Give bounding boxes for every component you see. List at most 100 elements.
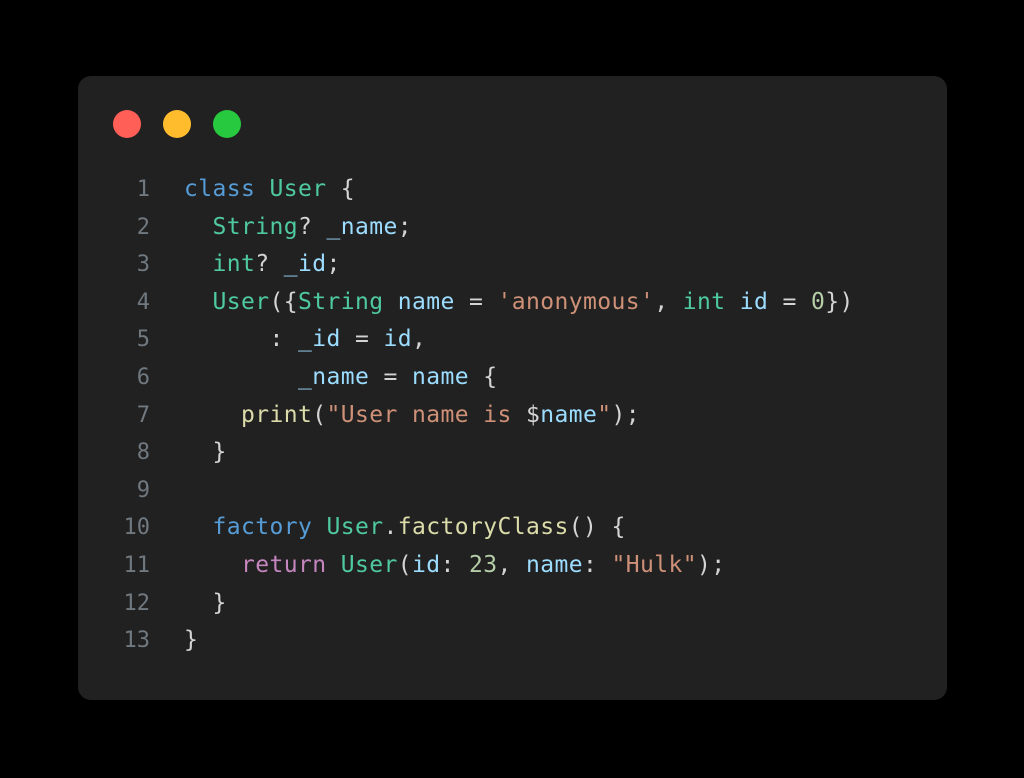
code-token-var: _name — [326, 213, 398, 240]
code-line-content: class User { — [150, 171, 947, 209]
code-token-punct — [184, 364, 298, 390]
code-line[interactable]: 11 return User(id: 23, name: "Hulk"); — [78, 547, 947, 585]
code-token-punct: = — [768, 288, 811, 315]
code-token-punct: () { — [568, 514, 626, 541]
line-number: 4 — [136, 289, 150, 315]
code-token-punct: ( — [312, 401, 327, 428]
screenshot-stage: 1 class User {2 String? _name; 3 int? _id;… — [0, 0, 1024, 778]
close-icon[interactable] — [113, 109, 141, 138]
minimize-icon[interactable] — [163, 109, 191, 138]
code-token-var: name — [397, 288, 455, 315]
line-number: 2 — [136, 214, 150, 240]
line-number: 11 — [123, 552, 151, 578]
code-line-content: } — [150, 434, 947, 472]
code-token-punct — [383, 289, 397, 315]
code-token-type: User — [326, 514, 384, 541]
code-token-var: _id — [283, 251, 327, 278]
code-line[interactable]: 6 _name = name { — [78, 359, 947, 397]
code-token-keyword: class — [184, 176, 256, 202]
code-token-func: print — [241, 401, 313, 428]
code-token-type: User — [269, 176, 327, 202]
code-token-type: User — [340, 551, 398, 578]
code-token-number: 23 — [468, 551, 498, 578]
code-line[interactable]: 1 class User { — [78, 171, 947, 209]
code-token-punct: ; — [326, 251, 341, 278]
code-line[interactable]: 2 String? _name; — [78, 209, 947, 247]
code-token-type: String — [298, 288, 384, 315]
code-token-punct — [184, 402, 241, 428]
code-token-punct: : — [582, 551, 612, 578]
code-token-punct: ? — [297, 213, 327, 240]
maximize-icon[interactable] — [213, 109, 241, 138]
code-token-punct: , — [654, 288, 683, 315]
code-token-punct: ({ — [269, 288, 298, 315]
code-token-var: id — [739, 288, 769, 315]
code-line[interactable]: 4 User({String name = 'anonymous', int i… — [78, 284, 947, 322]
line-number: 9 — [136, 477, 150, 503]
code-snippet-card: 1 class User {2 String? _name; 3 int? _id;… — [78, 76, 947, 700]
code-token-type: int — [212, 251, 256, 278]
code-line[interactable]: 12 } — [78, 585, 947, 623]
code-line[interactable]: 10 factory User.factoryClass() { — [78, 509, 947, 547]
code-line[interactable]: 5 : _id = id, — [78, 321, 947, 359]
code-token-punct: ? — [255, 251, 284, 278]
code-token-number: 0 — [810, 288, 826, 315]
code-token-punct: ; — [397, 213, 412, 240]
code-token-var: name — [411, 363, 469, 390]
code-token-punct: . — [383, 514, 398, 541]
code-line-content: print("User name is $name"); — [150, 397, 947, 435]
code-token-punct: { — [468, 363, 498, 390]
code-token-punct: ); — [611, 401, 640, 428]
code-token-punct: ( — [397, 551, 412, 578]
code-token-string: "User name is — [326, 401, 526, 428]
code-token-var: name — [540, 401, 598, 428]
code-line-content: User({String name = 'anonymous', int id … — [150, 284, 947, 322]
code-token-punct: ); — [696, 551, 726, 578]
code-token-punct: : — [440, 551, 469, 578]
code-token-punct: , — [411, 326, 427, 353]
code-token-punct — [184, 514, 213, 540]
code-token-punct — [312, 514, 326, 540]
code-line-content: int? _id; — [150, 246, 947, 284]
code-line[interactable]: 8 } — [78, 434, 947, 472]
code-line-content: _name = name { — [150, 359, 947, 397]
code-token-type: User — [212, 288, 270, 315]
code-token-punct: } — [184, 589, 227, 616]
code-token-punct — [725, 289, 739, 315]
code-token-var: id — [411, 551, 441, 578]
code-token-var: _id — [297, 326, 341, 353]
code-line-content: } — [150, 585, 947, 623]
code-line-content: : _id = id, — [150, 321, 947, 359]
code-line-content: String? _name; — [150, 209, 947, 247]
line-number: 7 — [136, 402, 150, 428]
code-token-string: "Hulk" — [611, 551, 697, 578]
line-number: 13 — [123, 628, 151, 654]
code-editor-body[interactable]: 1 class User {2 String? _name; 3 int? _id;… — [78, 171, 947, 700]
code-line[interactable]: 9 — [78, 472, 947, 510]
code-line[interactable]: 13} — [78, 622, 947, 660]
code-token-punct: $ — [525, 401, 541, 428]
code-token-type: String — [212, 213, 298, 240]
code-token-punct — [184, 251, 213, 277]
code-token-punct: { — [326, 176, 355, 202]
window-titlebar — [78, 76, 947, 171]
code-token-punct: = — [369, 363, 412, 390]
code-token-punct — [326, 552, 340, 578]
code-token-punct — [255, 176, 269, 202]
code-token-punct: } — [184, 439, 227, 466]
code-token-func: factoryClass — [397, 514, 569, 541]
line-number: 10 — [123, 515, 151, 541]
code-token-type: int — [682, 288, 726, 315]
code-line-content: factory User.factoryClass() { — [150, 509, 947, 547]
code-token-var: id — [383, 326, 412, 353]
line-number: 12 — [123, 590, 151, 616]
code-token-punct: = — [454, 288, 498, 315]
code-token-var: _name — [297, 363, 370, 390]
code-line[interactable]: 3 int? _id; — [78, 246, 947, 284]
code-line-content: return User(id: 23, name: "Hulk"); — [150, 547, 947, 585]
line-number: 8 — [136, 440, 150, 466]
code-token-control: return — [241, 551, 327, 578]
code-token-string: 'anonymous' — [497, 288, 655, 315]
code-line[interactable]: 7 print("User name is $name"); — [78, 397, 947, 435]
code-token-string: " — [597, 401, 612, 428]
